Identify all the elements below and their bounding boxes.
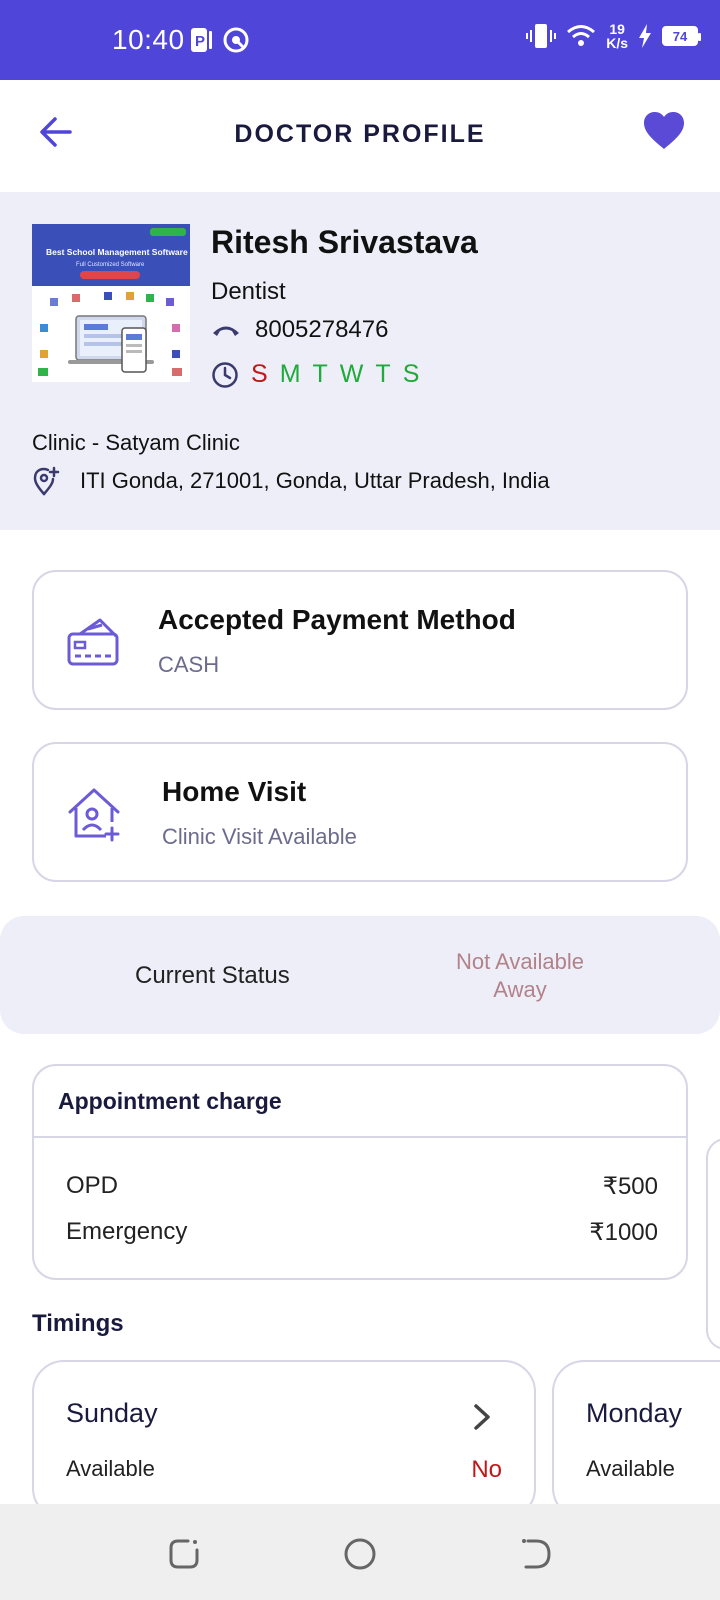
charge-label: Emergency xyxy=(66,1218,188,1245)
system-navigation-bar xyxy=(0,1504,720,1600)
divider xyxy=(34,1136,686,1138)
charging-icon xyxy=(639,24,651,48)
network-speed: 19 K/s xyxy=(606,22,628,50)
timing-available-label: Available xyxy=(586,1456,675,1481)
timing-day-name: Monday xyxy=(586,1398,683,1428)
charge-label: OPD xyxy=(66,1172,119,1199)
day-sunday: S xyxy=(251,360,268,388)
doctor-name: Ritesh Srivastava xyxy=(211,224,478,260)
app-bar: DOCTOR PROFILE xyxy=(0,80,720,192)
image-banner-text: Best School Management Software xyxy=(46,247,188,257)
battery-indicator: 74 xyxy=(662,26,701,46)
home-visit-title: Home Visit xyxy=(162,776,307,807)
home-visit-value: Clinic Visit Available xyxy=(162,824,357,849)
home-visit-icon xyxy=(68,788,120,842)
status-time: 10:40 xyxy=(112,24,185,55)
home-visit-card: Home Visit Clinic Visit Available xyxy=(32,742,688,882)
available-days-row: S M T W T S xyxy=(211,360,419,389)
appointment-charge-card: Appointment charge OPD ₹500 Emergency ₹1… xyxy=(32,1064,688,1280)
status-value-line2: Away xyxy=(493,977,547,1002)
payment-method-card: Accepted Payment Method CASH xyxy=(32,570,688,710)
timing-card-monday[interactable]: Monday Available xyxy=(552,1360,720,1520)
status-left-icons: P xyxy=(190,26,250,54)
phone-icon xyxy=(213,326,239,336)
charge-row-emergency: Emergency ₹1000 xyxy=(66,1218,658,1247)
doctor-profile-header: Best School Management Software Full Cus… xyxy=(0,192,720,530)
timing-available-value: No xyxy=(471,1456,502,1483)
back-nav-icon[interactable] xyxy=(518,1536,554,1572)
charge-amount: ₹1000 xyxy=(589,1219,658,1246)
charge-row-opd: OPD ₹500 xyxy=(66,1172,658,1201)
day-wednesday: W xyxy=(339,360,364,388)
day-thursday: T xyxy=(375,360,391,388)
status-value-line1: Not Available xyxy=(455,949,584,974)
favorite-heart-icon[interactable] xyxy=(642,110,686,154)
current-status-value: Not Available Away xyxy=(420,948,620,1004)
location-pin-icon xyxy=(33,466,60,496)
clinic-name: Clinic - Satyam Clinic xyxy=(32,430,240,455)
chevron-right-icon[interactable] xyxy=(470,1402,494,1432)
day-monday: M xyxy=(279,360,301,388)
page-title: DOCTOR PROFILE xyxy=(234,120,486,148)
profile-image-graphic: Best School Management Software Full Cus… xyxy=(32,224,190,382)
credit-card-icon xyxy=(67,618,119,666)
doctor-phone[interactable]: 8005278476 xyxy=(255,316,388,344)
svg-text:P: P xyxy=(195,33,205,50)
net-speed-value: 19 xyxy=(609,21,625,37)
payment-method-title: Accepted Payment Method xyxy=(158,604,516,635)
appointment-charge-title: Appointment charge xyxy=(58,1088,282,1114)
phone-row[interactable]: 8005278476 xyxy=(211,316,388,344)
timing-card-sunday[interactable]: Sunday Available No xyxy=(32,1360,536,1520)
status-right-icons: 19 K/s 74 xyxy=(526,22,701,50)
net-speed-unit: K/s xyxy=(606,35,628,51)
current-status-section: Current Status Not Available Away xyxy=(0,916,720,1034)
home-icon[interactable] xyxy=(342,1536,378,1572)
day-saturday: S xyxy=(402,360,420,388)
timings-title: Timings xyxy=(32,1310,124,1337)
parking-icon: P xyxy=(191,28,212,52)
vibrate-icon xyxy=(526,24,557,48)
side-card-peek[interactable] xyxy=(706,1138,720,1350)
wifi-icon xyxy=(567,25,596,46)
clock-icon xyxy=(212,361,238,388)
doctor-specialty: Dentist xyxy=(211,278,286,305)
sync-icon xyxy=(223,27,249,53)
charge-amount: ₹500 xyxy=(602,1173,658,1200)
recent-apps-icon[interactable] xyxy=(166,1536,202,1572)
image-sub-text: Full Customized Software xyxy=(76,262,145,268)
doctor-profile-image[interactable]: Best School Management Software Full Cus… xyxy=(32,224,190,382)
address-row[interactable]: ITI Gonda, 271001, Gonda, Uttar Pradesh,… xyxy=(32,466,550,496)
status-bar: 10:40 P 19 K/s 74 xyxy=(0,0,720,80)
timing-available-label: Available xyxy=(66,1456,155,1481)
current-status-label: Current Status xyxy=(135,962,290,989)
payment-method-value: CASH xyxy=(158,652,220,677)
day-tuesday: T xyxy=(312,360,328,388)
clinic-address: ITI Gonda, 271001, Gonda, Uttar Pradesh,… xyxy=(80,468,550,493)
timing-day-name: Sunday xyxy=(66,1398,158,1428)
